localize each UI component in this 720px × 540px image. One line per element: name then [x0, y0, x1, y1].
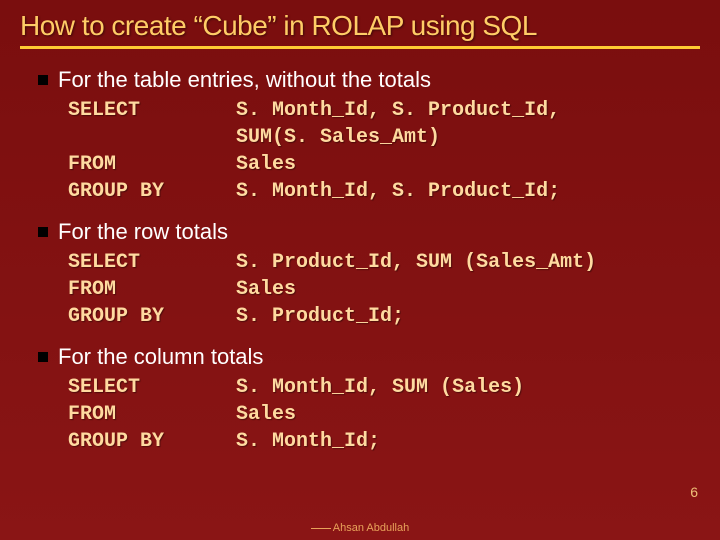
section-2: For the row totals SELECT S. Product_Id,…	[38, 219, 700, 330]
code-block-3: SELECT S. Month_Id, SUM (Sales) FROM Sal…	[68, 374, 700, 455]
author-name: Ahsan Abdullah	[333, 522, 409, 534]
bullet-heading-2: For the row totals	[38, 219, 700, 245]
square-bullet-icon	[38, 227, 48, 237]
section-3: For the column totals SELECT S. Month_Id…	[38, 344, 700, 455]
footer-line-icon	[311, 528, 331, 529]
heading-text-1: For the table entries, without the total…	[58, 67, 431, 93]
square-bullet-icon	[38, 75, 48, 85]
code-block-1: SELECT S. Month_Id, S. Product_Id, SUM(S…	[68, 97, 700, 205]
bullet-heading-1: For the table entries, without the total…	[38, 67, 700, 93]
code-block-2: SELECT S. Product_Id, SUM (Sales_Amt) FR…	[68, 249, 700, 330]
slide: How to create “Cube” in ROLAP using SQL …	[0, 0, 720, 540]
slide-title: How to create “Cube” in ROLAP using SQL	[20, 10, 700, 42]
title-underline	[20, 46, 700, 49]
footer-author: Ahsan Abdullah	[0, 522, 720, 534]
section-1: For the table entries, without the total…	[38, 67, 700, 205]
page-number: 6	[690, 484, 698, 500]
heading-text-2: For the row totals	[58, 219, 228, 245]
square-bullet-icon	[38, 352, 48, 362]
bullet-heading-3: For the column totals	[38, 344, 700, 370]
heading-text-3: For the column totals	[58, 344, 263, 370]
